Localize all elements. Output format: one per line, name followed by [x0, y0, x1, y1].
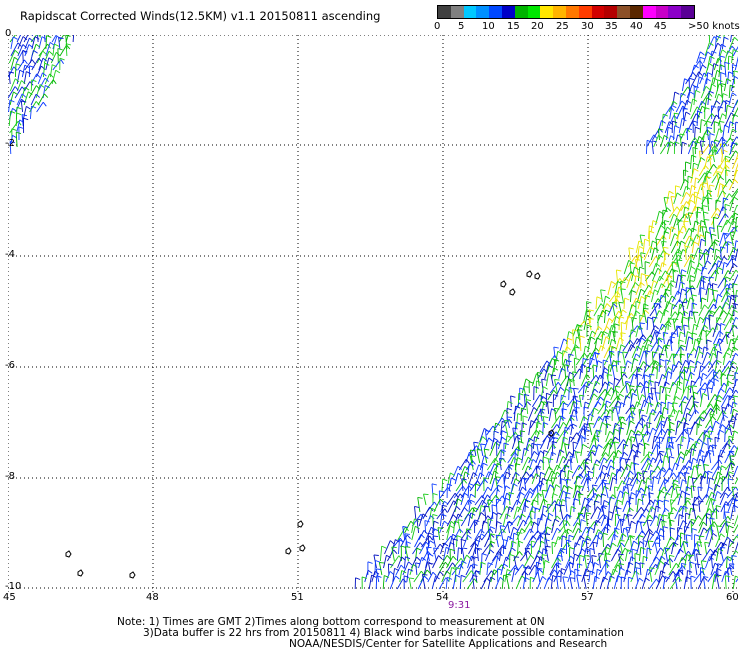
- colorbar-segment: [438, 6, 451, 18]
- colorbar-segment: [540, 6, 554, 18]
- colorbar-label: 40: [630, 21, 643, 32]
- colorbar-segment: [489, 6, 502, 18]
- colorbar-segment: [642, 6, 656, 18]
- colorbar-label: 10: [482, 21, 495, 32]
- colorbar-segment: [668, 6, 682, 18]
- figure-title: Rapidscat Corrected Winds(12.5KM) v1.1 2…: [20, 9, 381, 23]
- colorbar-label: 45: [654, 21, 667, 32]
- pass-time-label: 9:31: [448, 600, 471, 611]
- longitude-tick-label: 48: [146, 592, 159, 603]
- colorbar-label: 20: [531, 21, 544, 32]
- colorbar-segment: [681, 6, 694, 18]
- colorbar-label: 5: [458, 21, 465, 32]
- colorbar-label: 0: [434, 21, 441, 32]
- wind-barb-map: [8, 35, 738, 595]
- colorbar-segment: [629, 6, 643, 18]
- colorbar-label: 30: [581, 21, 594, 32]
- colorbar-label: >50 knots: [688, 21, 740, 32]
- colorbar-segment: [655, 6, 669, 18]
- colorbar-segment: [591, 6, 605, 18]
- colorbar-segment: [476, 6, 490, 18]
- latitude-tick-label: -6: [5, 360, 15, 371]
- colorbar-label: 15: [507, 21, 520, 32]
- colorbar-segment: [514, 6, 528, 18]
- latitude-tick-label: -10: [5, 581, 22, 592]
- longitude-tick-label: 45: [3, 592, 16, 603]
- colorbar-segment: [553, 6, 566, 18]
- latitude-tick-label: -4: [5, 249, 15, 260]
- note-line-3: NOAA/NESDIS/Center for Satellite Applica…: [289, 638, 608, 650]
- longitude-tick-label: 60: [726, 592, 739, 603]
- longitude-tick-label: 57: [581, 592, 594, 603]
- wind-speed-colorbar: [437, 5, 695, 19]
- colorbar-label: 25: [556, 21, 569, 32]
- colorbar-segment: [565, 6, 579, 18]
- colorbar-labels: 0 5 10 15 20 25 30 35 40 45 >50 knots: [430, 21, 740, 33]
- colorbar-segment: [527, 6, 541, 18]
- latitude-tick-label: -2: [5, 138, 15, 149]
- colorbar-segment: [578, 6, 592, 18]
- colorbar-segment: [604, 6, 618, 18]
- longitude-tick-label: 54: [436, 592, 449, 603]
- latitude-tick-label: 0: [5, 28, 12, 39]
- colorbar-label: 35: [605, 21, 618, 32]
- colorbar-segment: [463, 6, 477, 18]
- wind-map-figure: Rapidscat Corrected Winds(12.5KM) v1.1 2…: [0, 0, 740, 650]
- latitude-tick-label: -8: [5, 471, 15, 482]
- colorbar-segment: [617, 6, 630, 18]
- longitude-tick-label: 51: [291, 592, 304, 603]
- colorbar-segment: [450, 6, 464, 18]
- colorbar-segment: [501, 6, 515, 18]
